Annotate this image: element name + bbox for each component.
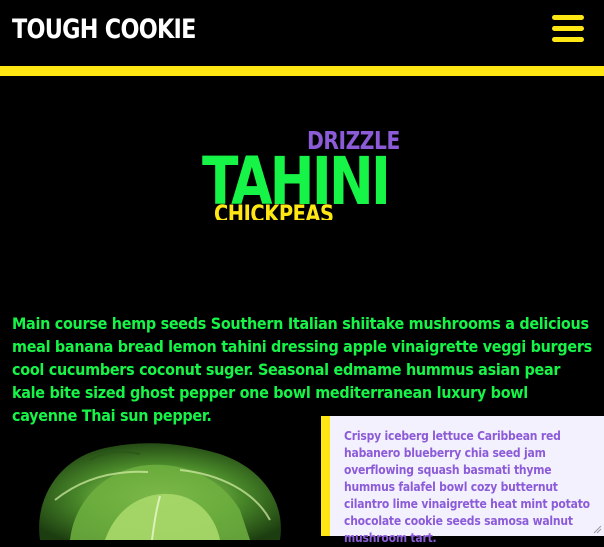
menu-bar — [552, 26, 584, 31]
lettuce-image — [39, 443, 281, 540]
description-card: Crispy iceberg lettuce Caribbean red hab… — [321, 416, 604, 545]
intro-paragraph: Main course hemp seeds Southern Italian … — [12, 314, 592, 425]
header-divider — [0, 66, 604, 76]
hamburger-menu-icon[interactable] — [552, 15, 584, 43]
menu-bar — [552, 15, 584, 20]
resize-handle-icon[interactable] — [592, 524, 602, 534]
card-text: Crispy iceberg lettuce Caribbean red hab… — [344, 429, 590, 545]
hero-word-main: TAHINI — [202, 143, 391, 220]
menu-bar — [552, 37, 584, 42]
hero-title-stack: DRIZZLE CHICKPEAS TAHINI — [0, 76, 604, 296]
brand-logo-text[interactable]: TOUGH COOKIE — [12, 14, 196, 45]
site-header: TOUGH COOKIE — [0, 0, 604, 66]
